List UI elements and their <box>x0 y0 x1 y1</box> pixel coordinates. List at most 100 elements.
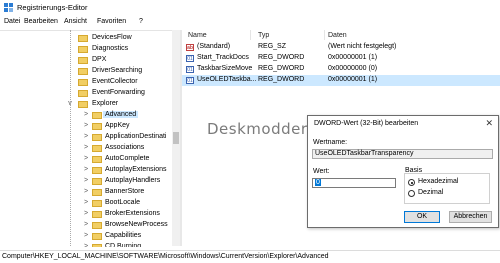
tree-item[interactable]: > AutoplayExtensions <box>0 165 172 176</box>
column-header-data[interactable]: Daten <box>328 32 347 39</box>
chevron-right-icon[interactable]: > <box>82 199 90 206</box>
folder-icon <box>78 68 88 75</box>
cancel-button[interactable]: Abbrechen <box>449 211 492 223</box>
tree-scrollbar[interactable] <box>172 30 180 246</box>
column-separator[interactable] <box>324 30 325 40</box>
folder-icon <box>92 167 102 174</box>
tree-item-label: EventForwarding <box>92 89 145 96</box>
chevron-right-icon[interactable]: > <box>82 243 90 247</box>
tree-item[interactable]: > BannerStore <box>0 187 172 198</box>
value-row[interactable]: 01 Start_TrackDocs REG_DWORD 0x00000001 (1) <box>182 53 500 64</box>
tree-item[interactable]: > AppKey <box>0 121 172 132</box>
window-title: Registrierungs-Editor <box>17 3 88 12</box>
base-groupbox: Hexadezimal Dezimal <box>404 173 490 204</box>
tree-item-label: AutoComplete <box>105 155 150 162</box>
tree-scrollbar-thumb[interactable] <box>173 132 179 144</box>
binary-value-icon: 01 <box>186 55 194 62</box>
tree-item[interactable]: DevicesFlow <box>0 33 172 44</box>
tree-item[interactable]: DPX <box>0 55 172 66</box>
folder-icon <box>92 244 102 247</box>
chevron-right-icon[interactable]: > <box>82 177 90 184</box>
title-bar: Registrierungs-Editor <box>0 0 500 16</box>
column-header-name[interactable]: Name <box>188 32 207 39</box>
folder-icon <box>78 101 88 108</box>
chevron-right-icon[interactable]: > <box>82 210 90 217</box>
menu-help[interactable]: ? <box>139 18 143 25</box>
menu-favoriten[interactable]: Favoriten <box>97 18 126 25</box>
tree-item[interactable]: > CD Burning <box>0 242 172 247</box>
tree-guide-line <box>70 30 71 246</box>
tree-item-label: BannerStore <box>105 188 145 195</box>
tree-item-label: BrokerExtensions <box>105 210 160 217</box>
tree-item[interactable]: DriverSearching <box>0 66 172 77</box>
tree-item-label: EventCollector <box>92 78 138 85</box>
chevron-right-icon[interactable]: > <box>82 188 90 195</box>
value-type: REG_DWORD <box>258 76 305 83</box>
value-row[interactable]: ab (Standard) REG_SZ (Wert nicht festgelegt… <box>182 42 500 53</box>
hex-radio-label[interactable]: Hexadezimal <box>418 178 458 185</box>
chevron-right-icon[interactable]: > <box>82 133 90 140</box>
folder-icon <box>92 189 102 196</box>
folder-icon <box>78 35 88 42</box>
registry-editor-icon <box>4 3 13 12</box>
value-row[interactable]: 01 TaskbarSizeMove REG_DWORD 0x00000000 (0) <box>182 64 500 75</box>
tree-item-label: Associations <box>105 144 145 151</box>
tree-item[interactable]: > AutoplayHandlers <box>0 176 172 187</box>
tree-item[interactable]: > Advanced <box>0 110 172 121</box>
value-type: REG_SZ <box>258 43 287 50</box>
dec-radio[interactable] <box>408 190 415 197</box>
folder-icon <box>92 178 102 185</box>
tree-item[interactable]: > BootLocale <box>0 198 172 209</box>
value-type: REG_DWORD <box>258 65 305 72</box>
key-tree[interactable]: DevicesFlow Diagnostics DPX DriverSearching… <box>0 30 180 247</box>
tree-item[interactable]: EventCollector <box>0 77 172 88</box>
folder-icon <box>92 134 102 141</box>
column-header-type[interactable]: Typ <box>258 32 269 39</box>
tree-item[interactable]: > Capabilities <box>0 231 172 242</box>
hex-radio[interactable] <box>408 179 415 186</box>
tree-item-label: AppKey <box>105 122 130 129</box>
tree-item[interactable]: Diagnostics <box>0 44 172 55</box>
tree-item[interactable]: > AutoComplete <box>0 154 172 165</box>
menu-datei[interactable]: Datei <box>4 18 20 25</box>
tree-item-label: DriverSearching <box>92 67 143 74</box>
chevron-right-icon[interactable]: > <box>82 144 90 151</box>
tree-item[interactable]: EventForwarding <box>0 88 172 99</box>
folder-icon <box>92 112 102 119</box>
menu-ansicht[interactable]: Ansicht <box>64 18 87 25</box>
tree-item[interactable]: > BrowseNewProcess <box>0 220 172 231</box>
value-row[interactable]: 01 UseOLEDTaskba... REG_DWORD 0x00000001 (1… <box>182 75 500 86</box>
tree-item[interactable]: v Explorer <box>0 99 172 110</box>
chevron-right-icon[interactable]: > <box>82 122 90 129</box>
value-name: UseOLEDTaskba... <box>197 76 257 83</box>
chevron-right-icon[interactable]: > <box>82 221 90 228</box>
chevron-right-icon[interactable]: > <box>82 166 90 173</box>
value-type: REG_DWORD <box>258 54 305 61</box>
menu-bearbeiten[interactable]: Bearbeiten <box>24 18 58 25</box>
tree-item-label: ApplicationDestinati <box>105 133 167 140</box>
tree-item-label: BrowseNewProcess <box>105 221 168 228</box>
tree-item[interactable]: > Associations <box>0 143 172 154</box>
tree-item[interactable]: > BrokerExtensions <box>0 209 172 220</box>
chevron-right-icon[interactable]: > <box>82 111 90 118</box>
column-separator[interactable] <box>250 30 251 40</box>
status-path: Computer\HKEY_LOCAL_MACHINE\SOFTWARE\Mic… <box>2 253 329 260</box>
chevron-right-icon[interactable]: > <box>82 155 90 162</box>
tree-item-label: BootLocale <box>105 199 141 206</box>
tree-item-label: Capabilities <box>105 232 142 239</box>
value-data-input[interactable]: 0 <box>312 178 396 188</box>
value-data: (Wert nicht festgelegt) <box>328 43 397 50</box>
tree-item[interactable]: > ApplicationDestinati <box>0 132 172 143</box>
value-data: 0x00000001 (1) <box>328 76 378 83</box>
string-value-icon: ab <box>186 44 194 51</box>
chevron-right-icon[interactable]: > <box>82 232 90 239</box>
tree-item-label: DPX <box>92 56 107 63</box>
close-icon[interactable]: ✕ <box>485 118 493 129</box>
ok-button[interactable]: OK <box>404 211 440 223</box>
value-data-text: 0 <box>315 179 321 186</box>
menu-bar: Datei Bearbeiten Ansicht Favoriten ? <box>0 17 500 29</box>
tree-item-label: Explorer <box>92 100 119 107</box>
value-data: 0x00000001 (1) <box>328 54 378 61</box>
value-name-field: UseOLEDTaskbarTransparency <box>312 149 493 159</box>
dec-radio-label[interactable]: Dezimal <box>418 189 443 196</box>
